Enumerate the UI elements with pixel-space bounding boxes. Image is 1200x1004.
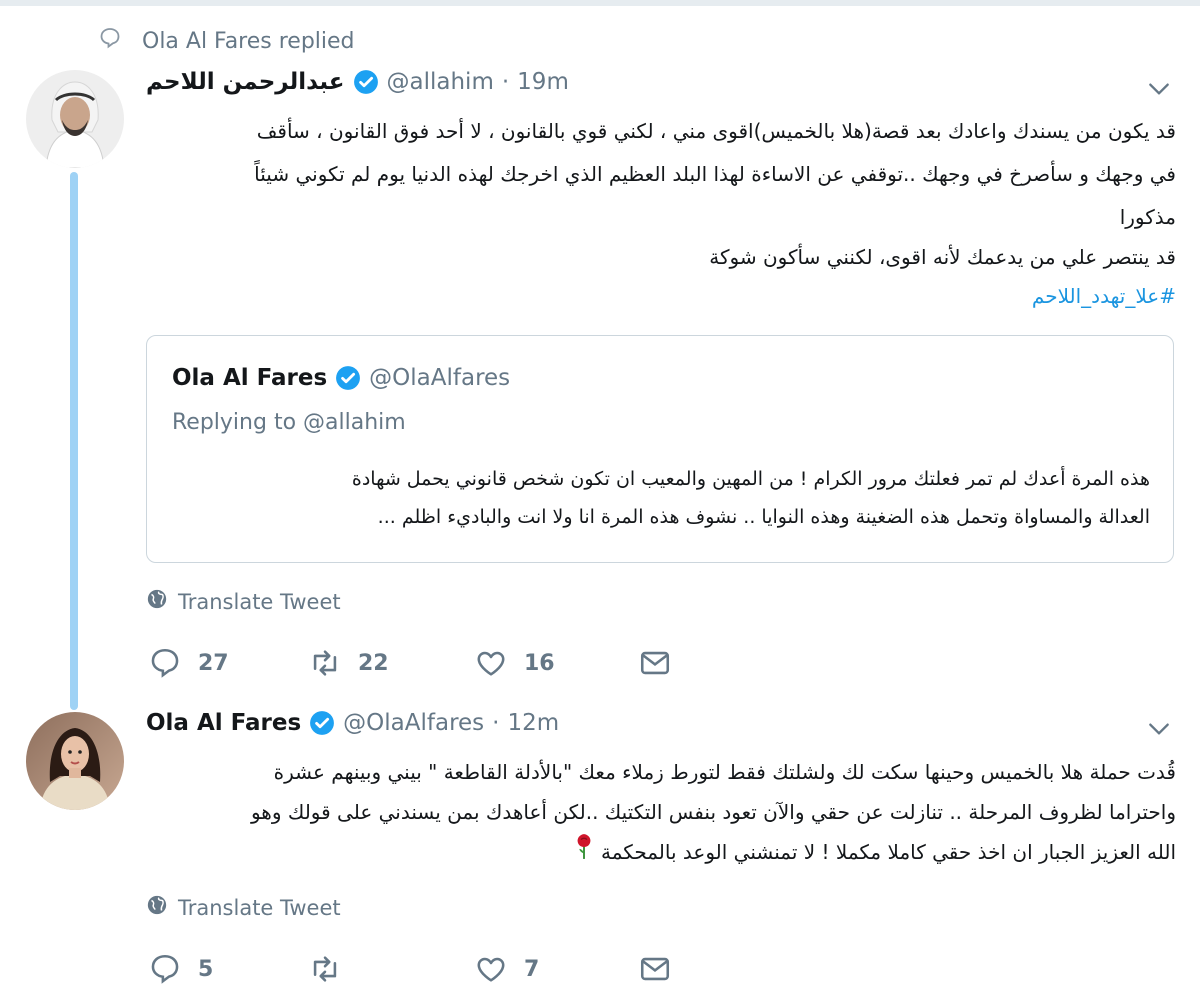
quoted-author-name[interactable]: Ola Al Fares xyxy=(172,365,327,391)
reply-icon xyxy=(148,952,182,986)
tweet1-text-line: في وجهك و سأصرخ في وجهك ..توقفي عن الاسا… xyxy=(254,162,1176,186)
envelope-icon xyxy=(638,646,672,680)
thread-connector xyxy=(70,172,78,710)
reply-count: 27 xyxy=(198,650,229,676)
tweet2-translate[interactable]: Translate Tweet xyxy=(146,894,341,921)
tweet2-actions: 5 7 xyxy=(148,952,708,992)
quoted-text-line: هذه المرة أعدك لم تمر فعلتك مرور الكرام … xyxy=(351,468,1150,490)
reply-context[interactable]: Ola Al Fares replied xyxy=(98,26,355,56)
like-count: 16 xyxy=(524,650,555,676)
translate-label: Translate Tweet xyxy=(178,589,341,614)
avatar-olaalfares[interactable] xyxy=(26,712,124,810)
direct-message-button[interactable] xyxy=(638,646,672,680)
like-button[interactable]: 7 xyxy=(474,952,539,986)
tweet2-text: قُدت حملة هلا بالخميس وحينها سكت لك ولشل… xyxy=(150,752,1176,874)
reply-context-text: Ola Al Fares replied xyxy=(142,28,355,54)
tweet1-translate[interactable]: Translate Tweet xyxy=(146,588,341,615)
retweet-button[interactable]: 22 xyxy=(308,646,389,680)
reply-context-icon xyxy=(98,26,122,56)
reply-button[interactable]: 27 xyxy=(148,646,229,680)
reply-button[interactable]: 5 xyxy=(148,952,213,986)
tweet2-author-name[interactable]: Ola Al Fares xyxy=(146,710,301,736)
tweet1-text-line: قد ينتصر علي من يدعمك لأنه اقوى، لكنني س… xyxy=(709,245,1176,269)
quoted-replying-to[interactable]: Replying to @allahim xyxy=(172,410,406,435)
quoted-tweet-header: Ola Al Fares @OlaAlfares xyxy=(172,362,510,394)
verified-badge-icon xyxy=(353,69,379,95)
tweet1-timestamp[interactable]: 19m xyxy=(517,69,569,95)
tweet2-timestamp[interactable]: 12m xyxy=(507,710,559,736)
tweet1-text-line: قد يكون من يسندك واعادك بعد قصة(هلا بالخ… xyxy=(256,119,1176,143)
tweet1-header: عبدالرحمن اللاحم @allahim · 19m xyxy=(146,66,569,98)
tweet1-hashtag-link[interactable]: #علا_تهدد_اللاحم xyxy=(150,275,1176,317)
tweet1-separator: · xyxy=(501,69,510,95)
tweet1-author-handle[interactable]: @allahim xyxy=(387,69,494,95)
verified-badge-icon xyxy=(309,710,335,736)
heart-icon xyxy=(474,646,508,680)
tweet2-more-chevron-down-icon[interactable] xyxy=(1146,716,1172,742)
tweet2-separator: · xyxy=(492,710,500,736)
reply-icon xyxy=(148,646,182,680)
tweet1-author-name[interactable]: عبدالرحمن اللاحم xyxy=(146,69,345,95)
tweet2-text-line: الله العزيز الجبار ان اخذ حقي كاملا مكمل… xyxy=(601,840,1176,864)
retweet-icon xyxy=(308,952,342,986)
tweet1-text: قد يكون من يسندك واعادك بعد قصة(هلا بالخ… xyxy=(150,110,1176,317)
retweet-button[interactable] xyxy=(308,952,358,986)
tweet1-more-chevron-down-icon[interactable] xyxy=(1146,76,1172,102)
rose-icon xyxy=(573,833,595,874)
quoted-author-handle[interactable]: @OlaAlfares xyxy=(369,365,510,391)
heart-icon xyxy=(474,952,508,986)
tweet2-text-line-last: الله العزيز الجبار ان اخذ حقي كاملا مكمل… xyxy=(150,832,1176,874)
quoted-tweet-text: هذه المرة أعدك لم تمر فعلتك مرور الكرام … xyxy=(180,460,1150,536)
tweet2-text-line: واحتراما لظروف المرحلة .. تنازلت عن حقي … xyxy=(250,800,1176,824)
globe-icon xyxy=(146,894,168,921)
verified-badge-icon xyxy=(335,365,361,391)
globe-icon xyxy=(146,588,168,615)
like-count: 7 xyxy=(524,956,540,982)
tweet2-header: Ola Al Fares @OlaAlfares · 12m xyxy=(146,707,559,739)
tweet2-text-line: قُدت حملة هلا بالخميس وحينها سكت لك ولشل… xyxy=(273,760,1176,784)
translate-label: Translate Tweet xyxy=(178,895,341,920)
reply-count: 5 xyxy=(198,956,214,982)
envelope-icon xyxy=(638,952,672,986)
retweet-icon xyxy=(308,646,342,680)
avatar-allahim[interactable] xyxy=(26,70,124,168)
tweet1-text-line: مذكورا xyxy=(1119,205,1176,229)
direct-message-button[interactable] xyxy=(638,952,672,986)
like-button[interactable]: 16 xyxy=(474,646,555,680)
tweet2-author-handle[interactable]: @OlaAlfares xyxy=(343,710,484,736)
retweet-count: 22 xyxy=(358,650,389,676)
top-border xyxy=(0,0,1200,6)
quoted-text-line: العدالة والمساواة وتحمل هذه الضغينة وهذه… xyxy=(377,506,1150,528)
tweet1-actions: 27 22 16 xyxy=(148,646,708,686)
